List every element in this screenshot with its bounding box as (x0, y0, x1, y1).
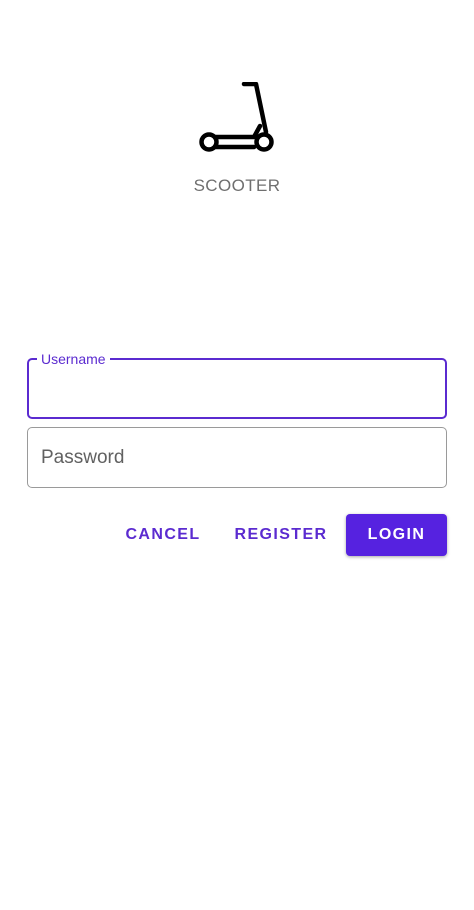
password-field[interactable] (27, 427, 447, 488)
register-button[interactable]: REGISTER (226, 514, 336, 556)
cancel-button[interactable]: CANCEL (116, 514, 210, 556)
login-screen: SCOOTER Username CANCEL REGISTER LOGIN (0, 0, 474, 910)
username-input[interactable] (29, 360, 445, 417)
scooter-icon (198, 81, 276, 154)
username-field[interactable]: Username (27, 350, 447, 419)
login-button[interactable]: LOGIN (346, 514, 447, 556)
app-title: SCOOTER (193, 176, 281, 195)
password-input[interactable] (28, 428, 446, 487)
